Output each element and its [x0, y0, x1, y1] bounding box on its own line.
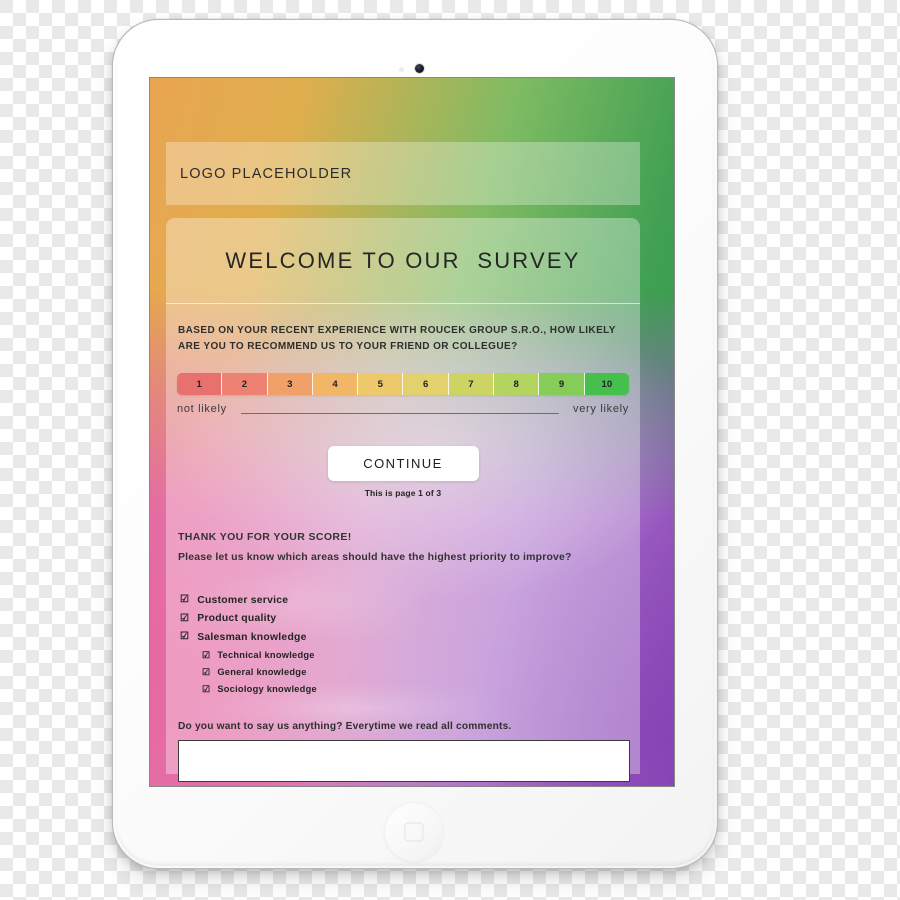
home-button-icon[interactable] — [384, 802, 444, 862]
nps-rating-scale[interactable]: 1 2 3 4 5 6 7 8 9 10 — [177, 373, 629, 395]
thank-you-subheading: Please let us know which areas should ha… — [178, 551, 572, 563]
page-title: WELCOME TO OUR SURVEY — [225, 247, 581, 273]
checkbox-checked-icon[interactable]: ☑ — [202, 667, 210, 677]
continue-area: CONTINUE This is page 1 of 3 — [166, 446, 640, 498]
checkbox-checked-icon[interactable]: ☑ — [180, 595, 189, 605]
scale-segment-5[interactable]: 5 — [358, 373, 404, 395]
option-label: Salesman knowledge — [197, 631, 307, 643]
home-button-square-icon — [404, 822, 424, 842]
logo-bar: LOGO PLACEHOLDER — [166, 142, 640, 205]
question-text: BASED ON YOUR RECENT EXPERIENCE WITH ROU… — [178, 323, 630, 354]
light-sensor-icon — [399, 67, 404, 72]
option-label: Product quality — [197, 613, 277, 625]
survey-page: LOGO PLACEHOLDER WELCOME TO OUR SURVEY B… — [150, 78, 674, 786]
scale-segment-4[interactable]: 4 — [312, 373, 359, 395]
scale-anchor-low: not likely — [177, 403, 227, 415]
scale-segment-3[interactable]: 3 — [267, 373, 313, 395]
comment-input[interactable] — [178, 740, 630, 782]
thank-you-section: THANK YOU FOR YOUR SCORE! Please let us … — [178, 531, 630, 563]
tablet-device: LOGO PLACEHOLDER WELCOME TO OUR SURVEY B… — [113, 20, 717, 868]
tablet-screen: LOGO PLACEHOLDER WELCOME TO OUR SURVEY B… — [150, 78, 674, 786]
question-line-1: BASED ON YOUR RECENT EXPERIENCE WITH ROU… — [178, 325, 616, 336]
option-row[interactable]: ☑ Customer service — [180, 591, 620, 610]
continue-button[interactable]: CONTINUE — [327, 446, 479, 481]
option-row[interactable]: ☑ Technical knowledge — [202, 647, 620, 664]
checkbox-checked-icon[interactable]: ☑ — [202, 650, 210, 660]
priority-options-list[interactable]: ☑ Customer service ☑ Product quality ☑ Salesm… — [180, 591, 620, 698]
survey-card: WELCOME TO OUR SURVEY BASED ON YOUR RECE… — [166, 218, 640, 782]
option-label: Technical knowledge — [217, 650, 315, 660]
welcome-banner: WELCOME TO OUR SURVEY — [166, 218, 640, 304]
scale-segment-1[interactable]: 1 — [177, 373, 223, 395]
checkbox-checked-icon[interactable]: ☑ — [202, 684, 210, 694]
option-label: General knowledge — [217, 667, 307, 677]
comment-label: Do you want to say us anything? Everytim… — [178, 721, 512, 732]
option-label: Customer service — [197, 594, 289, 606]
option-row[interactable]: ☑ Salesman knowledge — [180, 628, 620, 647]
page-indicator: This is page 1 of 3 — [364, 488, 442, 498]
scale-segment-7[interactable]: 7 — [448, 373, 495, 395]
thank-you-heading: THANK YOU FOR YOUR SCORE! — [178, 531, 352, 543]
scale-segment-2[interactable]: 2 — [222, 373, 268, 395]
scale-anchor-high: very likely — [573, 403, 629, 415]
scale-segment-10[interactable]: 10 — [584, 373, 629, 395]
option-row[interactable]: ☑ Sociology knowledge — [202, 681, 620, 698]
top-bezel — [113, 61, 717, 79]
scale-anchors: not likely very likely — [177, 400, 629, 418]
camera-icon — [415, 64, 424, 73]
question-line-2: ARE YOU TO RECOMMEND US TO YOUR FRIEND O… — [178, 340, 518, 352]
option-row[interactable]: ☑ Product quality — [180, 610, 620, 629]
checkbox-checked-icon[interactable]: ☑ — [180, 613, 189, 624]
logo-placeholder-text: LOGO PLACEHOLDER — [180, 165, 353, 182]
checkbox-checked-icon[interactable]: ☑ — [180, 632, 189, 642]
scale-anchor-divider — [240, 412, 559, 414]
option-row[interactable]: ☑ General knowledge — [202, 664, 620, 681]
scale-segment-9[interactable]: 9 — [539, 373, 585, 395]
option-label: Sociology knowledge — [217, 684, 317, 694]
scale-segment-6[interactable]: 6 — [403, 373, 449, 395]
scale-segment-8[interactable]: 8 — [494, 373, 540, 395]
